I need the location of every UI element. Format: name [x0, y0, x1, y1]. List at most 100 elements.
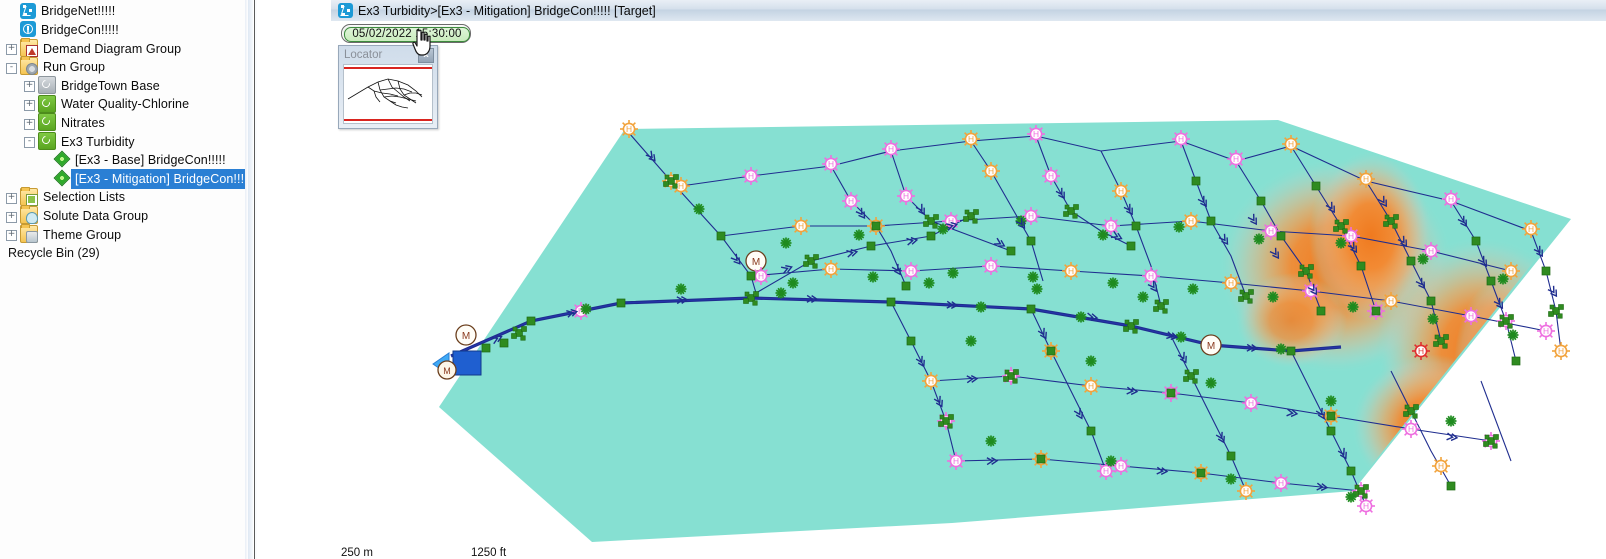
tree-item-selection-lists[interactable]: + Selection Lists — [0, 186, 245, 207]
junction-node[interactable] — [906, 336, 916, 346]
tree-item-bridgetown-base[interactable]: + BridgeTown Base — [0, 76, 245, 95]
network-map[interactable]: M M M M HHHH HH HH HHH H HHHH H H HHHHH HHHHHHHHH… — [331, 21, 1606, 559]
hydrant-node[interactable]: H — [982, 257, 1000, 275]
junction-node[interactable] — [1356, 261, 1366, 271]
hydrant-node[interactable]: H — [1042, 167, 1060, 185]
junction-node[interactable] — [1486, 276, 1496, 286]
map-canvas[interactable]: M M M M HHHHHHHHHHHHHHHHHHHHHHHHHHHHHHHH… — [331, 21, 1606, 559]
hydrant-node[interactable]: H — [1282, 135, 1300, 153]
junction-node[interactable] — [1036, 454, 1046, 464]
expand-icon[interactable]: + — [6, 44, 17, 56]
hydrant-node[interactable]: H — [1522, 220, 1540, 238]
hydrant-node[interactable]: H — [1412, 342, 1430, 360]
junction-node[interactable] — [926, 231, 936, 241]
panel-scroll-track[interactable] — [248, 0, 253, 559]
locator-panel[interactable]: Locator x — [338, 45, 438, 129]
junction-node[interactable] — [1471, 236, 1481, 246]
tree-item-water-quality-chlorine[interactable]: + Water Quality-Chlorine — [0, 94, 245, 114]
junction-node[interactable] — [1086, 426, 1096, 436]
hydrant-node[interactable]: H — [1142, 267, 1160, 285]
hydrant-node[interactable]: H — [620, 120, 638, 138]
junction-node[interactable] — [1406, 256, 1416, 266]
junction-node[interactable] — [866, 241, 876, 251]
junction-node[interactable] — [1541, 266, 1551, 276]
simulation-time-field[interactable]: 05/02/2022 15:30:00 — [341, 24, 471, 43]
junction-node[interactable] — [901, 281, 911, 291]
expand-icon[interactable]: + — [6, 211, 17, 223]
tree-item-bridgenet[interactable]: BridgeNet!!!!! — [0, 2, 245, 21]
junction-node[interactable] — [1191, 176, 1201, 186]
hydrant-node[interactable]: H — [1237, 482, 1255, 500]
tree-item-nitrates[interactable]: + Nitrates — [0, 113, 245, 133]
junction-node[interactable] — [1346, 466, 1356, 476]
junction-node[interactable] — [1166, 388, 1176, 398]
hydrant-node[interactable]: H — [822, 155, 840, 173]
junction-node[interactable] — [1196, 468, 1206, 478]
collapse-icon[interactable]: - — [24, 137, 35, 149]
valve-node[interactable] — [1507, 329, 1519, 341]
junction-node[interactable] — [746, 271, 756, 281]
junction-node[interactable] — [1126, 241, 1136, 251]
hydrant-node[interactable]: H — [1062, 262, 1080, 280]
hydrant-node[interactable]: H — [1462, 307, 1480, 325]
expand-icon[interactable]: + — [6, 230, 17, 242]
hydrant-node[interactable]: H — [1442, 190, 1460, 208]
hydrant-node[interactable]: H — [742, 167, 760, 185]
hydrant-node[interactable]: H — [897, 187, 915, 205]
tree-item-solute-data-group[interactable]: + Solute Data Group — [0, 205, 245, 226]
junction-node[interactable] — [1131, 221, 1141, 231]
hydrant-node[interactable]: H — [792, 217, 810, 235]
valve-node[interactable] — [1445, 415, 1457, 427]
hydrant-node[interactable]: H — [1082, 377, 1100, 395]
hydrant-node[interactable]: H — [822, 260, 840, 278]
hydrant-node[interactable]: H — [982, 162, 1000, 180]
junction-node[interactable] — [871, 221, 881, 231]
hydrant-node[interactable]: H — [902, 262, 920, 280]
tree-item-run-group[interactable]: - Run Group — [0, 56, 245, 77]
expand-icon[interactable]: + — [6, 192, 17, 204]
junction-node[interactable] — [886, 297, 896, 307]
junction-node[interactable] — [1026, 304, 1036, 314]
hydrant-node[interactable]: H — [1027, 125, 1045, 143]
junction-node[interactable] — [1548, 304, 1564, 319]
junction-node[interactable] — [1311, 181, 1321, 191]
hydrant-node[interactable]: H — [1242, 394, 1260, 412]
hydrant-node[interactable]: H — [962, 130, 980, 148]
hydrant-node[interactable]: H — [1357, 170, 1375, 188]
junction-node[interactable] — [1326, 411, 1336, 421]
junction-node[interactable] — [1006, 246, 1016, 256]
junction-node[interactable] — [526, 316, 536, 326]
tree-item-ex3-turbidity[interactable]: - Ex3 Turbidity — [0, 131, 245, 151]
junction-node[interactable] — [1316, 306, 1326, 316]
junction-node[interactable] — [1511, 356, 1521, 366]
tree-item-bridgecon[interactable]: BridgeCon!!!!! — [0, 21, 245, 40]
hydrant-node[interactable]: H — [1402, 420, 1420, 438]
hydrant-node[interactable]: H — [1222, 274, 1240, 292]
close-icon[interactable]: x — [418, 48, 434, 63]
junction-node[interactable] — [1206, 216, 1216, 226]
tree-item-ex3-base-bridgecon[interactable]: [Ex3 - Base] BridgeCon!!!!! — [0, 151, 245, 170]
junction-node[interactable] — [616, 298, 626, 308]
junction-node[interactable] — [1026, 236, 1036, 246]
junction-node[interactable] — [1046, 346, 1056, 356]
model-tree[interactable]: BridgeNet!!!!! BridgeCon!!!!! + Demand Diag… — [0, 0, 245, 244]
source-reservoir[interactable]: M — [432, 350, 482, 380]
junction-node[interactable] — [1426, 296, 1436, 306]
hydrant-node[interactable]: H — [1272, 474, 1290, 492]
tree-item-demand-diagram-group[interactable]: + Demand Diagram Group — [0, 37, 245, 58]
hydrant-node[interactable]: H — [1537, 322, 1555, 340]
expand-icon[interactable]: + — [24, 81, 35, 93]
hydrant-node[interactable]: H — [1357, 497, 1375, 515]
junction-node[interactable] — [1276, 231, 1286, 241]
expand-icon[interactable]: + — [24, 118, 35, 130]
recycle-bin-item[interactable]: Recycle Bin (29) — [0, 244, 245, 262]
tree-item-theme-group[interactable]: + Theme Group — [0, 223, 245, 244]
hydrant-node[interactable]: H — [1182, 212, 1200, 230]
locator-thumbnail[interactable] — [343, 64, 433, 124]
hydrant-node[interactable]: H — [882, 140, 900, 158]
junction-node[interactable] — [1371, 306, 1381, 316]
hydrant-node[interactable]: H — [1432, 457, 1450, 475]
hydrant-node[interactable]: H — [1552, 342, 1570, 360]
junction-node[interactable] — [1226, 451, 1236, 461]
junction-node[interactable] — [499, 338, 509, 348]
